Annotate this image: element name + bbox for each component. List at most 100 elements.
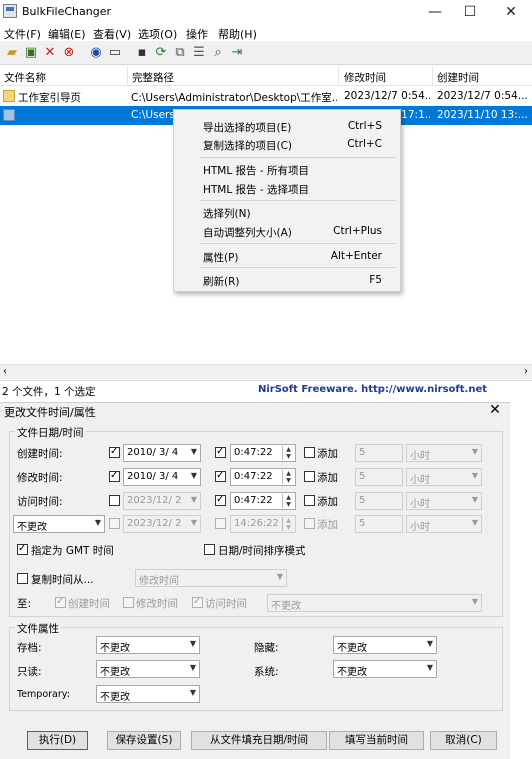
created-add-label: 添加 bbox=[317, 448, 338, 460]
chevron-down-icon: ▼ bbox=[471, 597, 478, 606]
menu-item-copy-selected[interactable]: 复制选择的项目(C) Ctrl+C bbox=[174, 134, 400, 154]
created-add-checkbox[interactable] bbox=[304, 447, 315, 458]
readonly-select[interactable]: 不更改 ▼ bbox=[96, 660, 200, 678]
chevron-down-icon: ▼ bbox=[276, 572, 283, 581]
execute-button[interactable]: 执行(D) bbox=[27, 731, 88, 750]
modified-time-field[interactable]: 0:47:22 ▲ ▼ bbox=[230, 468, 296, 486]
save-icon[interactable]: ▪ bbox=[134, 45, 150, 61]
row-modified: 2023/12/7 0:54... bbox=[344, 90, 430, 102]
created-date-picker[interactable]: 2010/ 3/ 4 ▼ bbox=[123, 444, 201, 462]
nirsoft-link[interactable]: NirSoft Freeware. http://www.nirsoft.net bbox=[258, 384, 487, 395]
menu-separator bbox=[200, 243, 396, 244]
sort-mode-label: 日期/时间排序模式 bbox=[218, 545, 306, 557]
spinner-icon: ▲ ▼ bbox=[282, 494, 294, 508]
extra-add-label: 添加 bbox=[317, 519, 338, 531]
created-time-field[interactable]: 0:47:22 ▲ ▼ bbox=[230, 444, 296, 462]
modified-add-value: 5 bbox=[355, 468, 403, 486]
temporary-select[interactable]: 不更改 ▼ bbox=[96, 685, 200, 703]
add-files-icon[interactable]: ▣ bbox=[23, 45, 39, 61]
menu-item-html-report-all[interactable]: HTML 报告 - 所有项目 bbox=[174, 159, 400, 179]
fill-current-time-button[interactable]: 填写当前时间 bbox=[329, 731, 424, 750]
menu-view[interactable]: 查看(V) bbox=[93, 26, 131, 42]
toolbar: ▰ ▣ ✕ ⊗ ◉ ▭ ▪ ⟳ ⧉ ☰ ⌕ ⇥ bbox=[0, 41, 532, 65]
maximize-button[interactable]: ☐ bbox=[455, 2, 485, 22]
archive-select[interactable]: 不更改 ▼ bbox=[96, 636, 200, 654]
save-settings-button[interactable]: 保存设置(S) bbox=[107, 731, 181, 750]
accessed-time-checkbox[interactable] bbox=[215, 493, 226, 506]
horizontal-scrollbar[interactable]: ‹ › bbox=[0, 364, 532, 379]
column-fullpath[interactable]: 完整路径 bbox=[132, 70, 174, 85]
accessed-time-field[interactable]: 0:47:22 ▲ ▼ bbox=[230, 492, 296, 510]
find-icon[interactable]: ⌕ bbox=[210, 45, 226, 61]
chevron-down-icon: ▼ bbox=[190, 518, 197, 527]
menu-item-auto-size-columns[interactable]: 自动调整列大小(A) Ctrl+Plus bbox=[174, 221, 400, 241]
created-date-checkbox[interactable] bbox=[109, 445, 120, 458]
copy-time-checkbox[interactable] bbox=[17, 573, 28, 584]
gmt-checkbox[interactable] bbox=[17, 542, 28, 555]
gmt-label: 指定为 GMT 时间 bbox=[31, 545, 114, 557]
refresh-icon[interactable]: ⟳ bbox=[153, 45, 169, 61]
modified-date-checkbox[interactable] bbox=[109, 469, 120, 482]
chevron-down-icon: ▼ bbox=[94, 518, 101, 527]
menu-help[interactable]: 帮助(H) bbox=[218, 26, 257, 42]
spinner-icon: ▲ ▼ bbox=[282, 470, 294, 484]
accessed-date-picker: 2023/12/ 2 ▼ bbox=[123, 492, 201, 510]
system-select[interactable]: 不更改 ▼ bbox=[333, 660, 437, 678]
file-icon bbox=[3, 109, 15, 121]
column-created[interactable]: 创建时间 bbox=[437, 70, 479, 85]
modified-add-checkbox[interactable] bbox=[304, 471, 315, 482]
cancel-button[interactable]: 取消(C) bbox=[430, 731, 497, 750]
remove-icon[interactable]: ✕ bbox=[42, 45, 58, 61]
dialog-title: 更改文件时间/属性 bbox=[4, 406, 96, 419]
open-folder-icon[interactable]: ▰ bbox=[4, 45, 20, 61]
menu-item-properties[interactable]: 属性(P) Alt+Enter bbox=[174, 246, 400, 266]
created-time-checkbox[interactable] bbox=[215, 445, 226, 458]
table-row[interactable]: 工作室引导页 C:\Users\Administrator\Desktop\工作… bbox=[0, 87, 532, 106]
menu-item-html-report-selected[interactable]: HTML 报告 - 选择项目 bbox=[174, 178, 400, 198]
archive-label: 存档: bbox=[17, 642, 42, 654]
modified-time-label: 修改时间: bbox=[17, 472, 63, 484]
column-filename[interactable]: 文件名称 bbox=[4, 70, 46, 85]
accessed-add-value: 5 bbox=[355, 492, 403, 510]
fill-from-file-button[interactable]: 从文件填充日期/时间 bbox=[191, 731, 327, 750]
scroll-right-icon[interactable]: › bbox=[524, 366, 528, 377]
scroll-left-icon[interactable]: ‹ bbox=[3, 366, 7, 377]
minimize-button[interactable]: — bbox=[420, 2, 450, 22]
menu-file[interactable]: 文件(F) bbox=[4, 26, 41, 42]
to-created-checkbox bbox=[55, 595, 66, 608]
row-created: 2023/12/7 0:54... bbox=[437, 90, 528, 102]
chevron-down-icon: ▼ bbox=[471, 495, 478, 504]
column-modified[interactable]: 修改时间 bbox=[344, 70, 386, 85]
modified-date-picker[interactable]: 2010/ 3/ 4 ▼ bbox=[123, 468, 201, 486]
menu-item-choose-columns[interactable]: 选择列(N) bbox=[174, 202, 400, 222]
clear-icon[interactable]: ⊗ bbox=[61, 45, 77, 61]
menu-item-refresh[interactable]: 刷新(R) F5 bbox=[174, 270, 400, 290]
column-divider bbox=[338, 66, 339, 86]
hidden-select[interactable]: 不更改 ▼ bbox=[333, 636, 437, 654]
extra-time-select[interactable]: 不更改 ▼ bbox=[13, 515, 105, 533]
sort-mode-checkbox[interactable] bbox=[204, 544, 215, 555]
menu-item-export-selected[interactable]: 导出选择的项目(E) Ctrl+S bbox=[174, 116, 400, 136]
menu-actions[interactable]: 操作 bbox=[186, 26, 208, 42]
exit-icon[interactable]: ⇥ bbox=[229, 45, 245, 61]
to-accessed-checkbox bbox=[192, 595, 203, 608]
accessed-date-checkbox[interactable] bbox=[109, 495, 120, 506]
properties-icon[interactable]: ☰ bbox=[191, 45, 207, 61]
menu-options[interactable]: 选项(O) bbox=[138, 26, 177, 42]
accessed-add-label: 添加 bbox=[317, 496, 338, 508]
change-time-icon[interactable]: ◉ bbox=[88, 45, 104, 61]
copy-icon[interactable]: ⧉ bbox=[172, 45, 188, 61]
menu-separator bbox=[200, 200, 396, 201]
accessed-time-label: 访问时间: bbox=[17, 496, 63, 508]
modified-time-checkbox[interactable] bbox=[215, 469, 226, 482]
accessed-add-checkbox[interactable] bbox=[304, 495, 315, 506]
created-unit-select: 小时 ▼ bbox=[406, 444, 482, 462]
date-time-group-label: 文件日期/时间 bbox=[15, 425, 86, 440]
close-button[interactable]: ✕ bbox=[496, 2, 526, 22]
dialog-close-icon[interactable]: ✕ bbox=[486, 402, 504, 418]
app-title: BulkFileChanger bbox=[22, 5, 111, 18]
hidden-label: 隐藏: bbox=[254, 642, 279, 654]
menu-edit[interactable]: 编辑(E) bbox=[48, 26, 86, 42]
window-icon[interactable]: ▭ bbox=[107, 45, 123, 61]
to-created-label: 创建时间 bbox=[68, 598, 110, 610]
